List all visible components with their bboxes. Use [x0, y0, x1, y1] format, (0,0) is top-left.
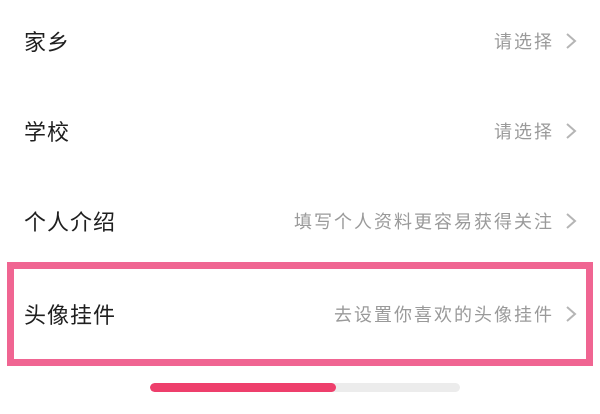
setting-value-group-intro: 填写个人资料更容易获得关注	[294, 208, 578, 234]
setting-value-intro: 填写个人资料更容易获得关注	[294, 212, 554, 233]
setting-value-school: 请选择	[494, 122, 554, 143]
chevron-right-icon	[564, 31, 578, 51]
chevron-right-icon	[564, 211, 578, 231]
chevron-right-icon	[564, 304, 578, 324]
setting-row-avatar-pendant[interactable]: 头像挂件 去设置你喜欢的头像挂件	[0, 268, 600, 360]
setting-value-group-avatar-pendant: 去设置你喜欢的头像挂件	[334, 301, 578, 327]
setting-row-hometown[interactable]: 家乡 请选择	[0, 0, 600, 86]
chevron-right-icon	[564, 121, 578, 141]
setting-value-hometown: 请选择	[494, 32, 554, 53]
setting-label-school: 学校	[24, 121, 71, 146]
progress-bar	[150, 383, 460, 392]
setting-value-avatar-pendant: 去设置你喜欢的头像挂件	[334, 305, 554, 326]
setting-label-hometown: 家乡	[24, 31, 71, 56]
setting-value-group-hometown: 请选择	[494, 28, 578, 54]
setting-row-intro[interactable]: 个人介绍 填写个人资料更容易获得关注	[0, 176, 600, 266]
setting-label-intro: 个人介绍	[24, 211, 117, 236]
setting-row-school[interactable]: 学校 请选择	[0, 86, 600, 176]
setting-value-group-school: 请选择	[494, 118, 578, 144]
progress-bar-fill	[150, 383, 336, 392]
setting-label-avatar-pendant: 头像挂件	[24, 304, 117, 329]
